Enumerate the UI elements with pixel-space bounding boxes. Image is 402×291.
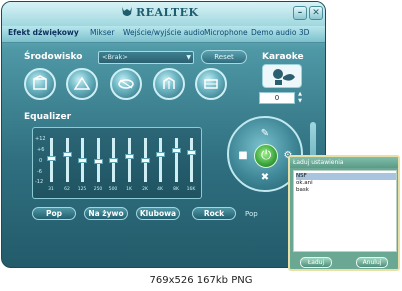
load-settings-icon[interactable]: ✎ [259, 128, 271, 140]
environment-select-value: <Brak> [102, 53, 128, 61]
realtek-window: REALTEK – ✕ Efekt dźwiękowy Mikser Wejśc… [1, 1, 326, 268]
preset-pop-button[interactable]: Pop [32, 207, 76, 220]
equalizer-band-slider[interactable] [156, 152, 165, 157]
image-caption: 769x526 167kb PNG [0, 270, 402, 291]
current-preset-readout: Pop [245, 210, 258, 218]
cancel-button[interactable]: Anuluj [356, 257, 388, 268]
environment-label: Środowisko [24, 52, 83, 62]
karaoke-up-icon[interactable]: ▲ [296, 91, 304, 97]
list-item[interactable]: ok.ani [296, 180, 396, 187]
save-settings-icon[interactable]: ■ [237, 150, 249, 162]
equalizer-band-track[interactable] [128, 138, 131, 182]
chevron-down-icon: ▼ [186, 54, 191, 61]
stadium-icon [118, 79, 134, 89]
db-scale-label: -12 [35, 179, 44, 185]
karaoke-value-field[interactable]: 0 [259, 92, 295, 104]
equalizer-band-track[interactable] [159, 138, 162, 182]
tab-sound-effects[interactable]: Efekt dźwiękowy [8, 28, 79, 37]
karaoke-label: Karaoke [262, 52, 304, 62]
environment-room-button[interactable] [195, 68, 227, 100]
db-scale-label: +6 [37, 147, 45, 153]
power-icon: ⏻ [261, 148, 272, 163]
equalizer-band-slider[interactable] [78, 158, 87, 163]
environment-stadium-button[interactable] [110, 68, 142, 100]
screenshot-canvas: REALTEK – ✕ Efekt dźwiękowy Mikser Wejśc… [0, 0, 402, 291]
tab-microphone[interactable]: Microphone [204, 28, 248, 37]
equalizer-band-track[interactable] [175, 138, 178, 182]
db-scale-label: +12 [35, 136, 46, 142]
karaoke-down-icon[interactable]: ▼ [296, 98, 304, 104]
equalizer-band-slider[interactable] [125, 154, 134, 159]
equalizer-band-slider[interactable] [141, 158, 150, 163]
equalizer-band-slider[interactable] [172, 148, 181, 153]
brand-name: REALTEK [136, 6, 199, 19]
tab-mixer[interactable]: Mikser [90, 28, 115, 37]
title-bar: REALTEK – ✕ [2, 2, 325, 26]
equalizer-band-slider[interactable] [109, 158, 118, 163]
list-item[interactable]: bask [296, 187, 396, 194]
crab-logo-icon [122, 7, 132, 16]
minimize-button[interactable]: – [293, 6, 307, 20]
karaoke-panel[interactable] [262, 64, 302, 88]
equalizer-label: Equalizer [24, 112, 72, 122]
tab-3d-demo[interactable]: Demo audio 3D [251, 28, 309, 37]
equalizer-band-slider[interactable] [187, 150, 196, 155]
environment-select[interactable]: <Brak> ▼ [98, 51, 194, 64]
db-scale-label: 0 [39, 158, 43, 164]
db-scale-label: -6 [37, 169, 42, 175]
equalizer-band-slider[interactable] [94, 159, 103, 164]
equalizer-band-track[interactable] [66, 138, 69, 182]
settings-list[interactable]: NSF ok.ani bask [293, 170, 397, 252]
environment-arena-button[interactable] [153, 68, 185, 100]
delete-settings-icon[interactable]: ✖ [259, 172, 271, 184]
environment-theater-button[interactable] [24, 68, 56, 100]
preset-rock-button[interactable]: Rock [192, 207, 236, 220]
tab-bar: Efekt dźwiękowy Mikser Wejście/wyjście a… [2, 26, 325, 43]
environment-hall-button[interactable] [66, 68, 98, 100]
equalizer-band-frequency: 16K [186, 187, 196, 192]
list-item[interactable]: NSF [296, 173, 396, 180]
load-settings-dialog: Ładuj ustawienia NSF ok.ani bask Ładuj A… [288, 155, 400, 271]
equalizer-band-slider[interactable] [47, 156, 56, 161]
arena-icon [163, 77, 175, 89]
close-button[interactable]: ✕ [309, 6, 323, 20]
tab-audio-io[interactable]: Wejście/wyjście audio [123, 28, 204, 37]
theater-icon [33, 75, 47, 90]
equalizer-band-slider[interactable] [63, 152, 72, 157]
power-button[interactable]: ⏻ [254, 144, 278, 168]
karaoke-singer-icon [273, 69, 295, 85]
hall-icon [73, 76, 91, 90]
dialog-title: Ładuj ustawienia [290, 157, 398, 168]
equalizer-band-track[interactable] [190, 138, 193, 182]
load-button[interactable]: Ładuj [300, 257, 332, 268]
preset-live-button[interactable]: Na żywo [84, 207, 128, 220]
room-icon [204, 79, 218, 89]
reset-button[interactable]: Reset [201, 50, 247, 64]
preset-club-button[interactable]: Klubowa [136, 207, 180, 220]
